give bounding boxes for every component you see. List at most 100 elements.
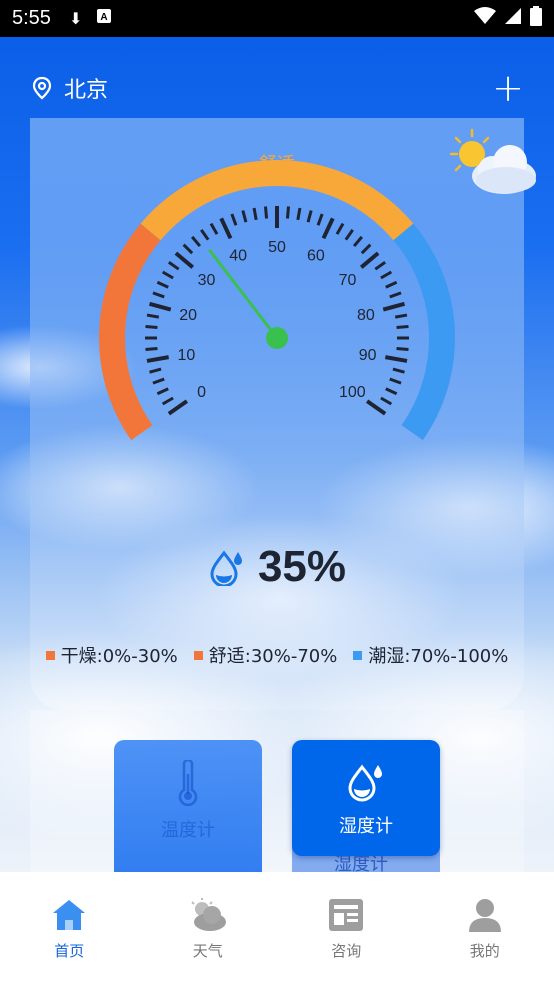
person-icon	[468, 899, 501, 932]
thermometer-label: 温度计	[161, 820, 215, 841]
legend-label: 潮湿:70%-100%	[368, 646, 509, 667]
gauge-tick	[321, 217, 335, 240]
gauge-tick	[374, 261, 386, 271]
gauge-tick	[385, 280, 398, 289]
gauge-tick-label: 90	[359, 347, 377, 364]
hygrometer-button[interactable]: 湿度计	[292, 740, 440, 856]
zone-label-comfortable: 舒适	[259, 154, 295, 175]
tab-label: 咨询	[331, 942, 362, 960]
gauge-tick	[161, 270, 174, 280]
gauge-tick	[145, 325, 158, 330]
gauge-tick	[209, 222, 219, 235]
humidity-gauge: 0102030405060708090100 干燥 舒适 潮湿	[99, 154, 455, 441]
city-name[interactable]: 北京	[64, 72, 108, 104]
gauge-tick-label: 20	[179, 307, 197, 324]
gauge-tick	[161, 396, 174, 406]
svg-text:A: A	[101, 12, 108, 23]
gauge-tick	[146, 313, 160, 319]
gauge-tick	[389, 377, 402, 385]
gauge-tick-label: 70	[339, 272, 357, 289]
notification-a-icon: A	[96, 8, 112, 29]
legend-swatch	[193, 650, 203, 660]
gauge-tick	[335, 222, 345, 235]
gauge-tick	[394, 313, 408, 319]
legend-item-dry: 干燥:0%-30%	[45, 642, 178, 668]
gauge-tick	[152, 377, 165, 385]
gauge-tick	[168, 261, 180, 271]
legend: 干燥:0%-30% 舒适:30%-70% 潮湿:70%-100%	[0, 640, 554, 670]
gauge-tick	[148, 301, 172, 312]
news-icon	[329, 899, 364, 931]
gauge-tick	[241, 210, 248, 223]
zone-arc-dry	[99, 223, 161, 441]
gauge-tick	[182, 243, 194, 255]
gauge-tick	[344, 229, 354, 241]
thermometer-button[interactable]: 温度计	[114, 740, 262, 872]
legend-label: 舒适:30%-70%	[208, 646, 338, 667]
thermometer-icon	[178, 760, 198, 806]
gauge-tick	[167, 399, 189, 416]
wifi-icon	[474, 7, 496, 30]
gauge-tick	[296, 207, 302, 221]
gauge-tick	[392, 367, 405, 374]
zone-arc-humid	[393, 223, 455, 441]
gauge-tick	[380, 396, 393, 406]
gauge-tick	[384, 355, 408, 363]
gauge-tick	[306, 210, 313, 223]
hygrometer-label: 湿度计	[339, 816, 393, 837]
gauge-tick	[359, 251, 380, 269]
legend-label: 干燥:0%-30%	[60, 646, 178, 667]
legend-item-humid: 潮湿:70%-100%	[353, 642, 508, 668]
gauge-tick	[152, 291, 165, 299]
cloud-sun-icon	[191, 898, 226, 931]
tab-profile[interactable]: 我的	[416, 872, 554, 984]
status-bar: 5:55 ⬇ A	[0, 0, 554, 37]
tab-label: 天气	[192, 942, 223, 960]
gauge-tick-label: 10	[177, 347, 195, 364]
gauge-tick-label: 60	[307, 248, 325, 265]
gauge-tick-label: 40	[229, 248, 247, 265]
gauge-tick	[396, 325, 409, 330]
tab-home[interactable]: 首页	[0, 872, 139, 984]
header: 北京 +	[0, 65, 554, 111]
gauge-tick	[360, 243, 372, 255]
humidity-drop-icon	[210, 550, 242, 586]
humidity-value: 35%	[257, 542, 347, 591]
gauge-tick	[285, 206, 290, 219]
gauge-tick	[380, 270, 393, 280]
gauge-tick	[316, 213, 324, 226]
gauge-tick-label: 30	[198, 272, 216, 289]
gauge-tick-label: 50	[268, 239, 286, 256]
gauge-tick	[382, 301, 406, 312]
tools-panel	[30, 710, 524, 872]
gauge-tick-label: 0	[197, 384, 206, 401]
gauge-tick	[156, 387, 169, 396]
gauge-tick	[352, 235, 363, 248]
gauge-tick-label: 100	[339, 384, 366, 401]
gauge-tick	[389, 291, 402, 299]
add-city-button[interactable]: +	[492, 69, 524, 107]
legend-item-comfortable: 舒适:30%-70%	[193, 642, 338, 668]
battery-icon	[530, 6, 542, 31]
gauge-tick	[219, 217, 233, 240]
location-pin-icon[interactable]	[30, 76, 54, 100]
gauge-tick	[149, 367, 162, 374]
gauge-tick	[396, 346, 409, 351]
gauge-tick	[365, 399, 387, 416]
legend-swatch	[353, 650, 363, 660]
tab-label: 我的	[469, 942, 500, 960]
status-time: 5:55	[12, 7, 51, 29]
signal-icon	[504, 7, 522, 30]
gauge-tick	[156, 280, 169, 289]
gauge-tick	[145, 346, 158, 351]
gauge-tick	[200, 229, 210, 241]
tab-weather[interactable]: 天气	[139, 872, 278, 984]
legend-swatch	[45, 650, 55, 660]
gauge-tick	[146, 355, 170, 363]
gauge-tick	[264, 206, 269, 219]
download-icon: ⬇	[68, 10, 83, 28]
tab-news[interactable]: 咨询	[277, 872, 416, 984]
bottom-tab-bar: 首页 天气 咨询 我的	[0, 872, 554, 984]
gauge-tick-label: 80	[357, 307, 375, 324]
humidity-reading: 35%	[0, 537, 554, 597]
